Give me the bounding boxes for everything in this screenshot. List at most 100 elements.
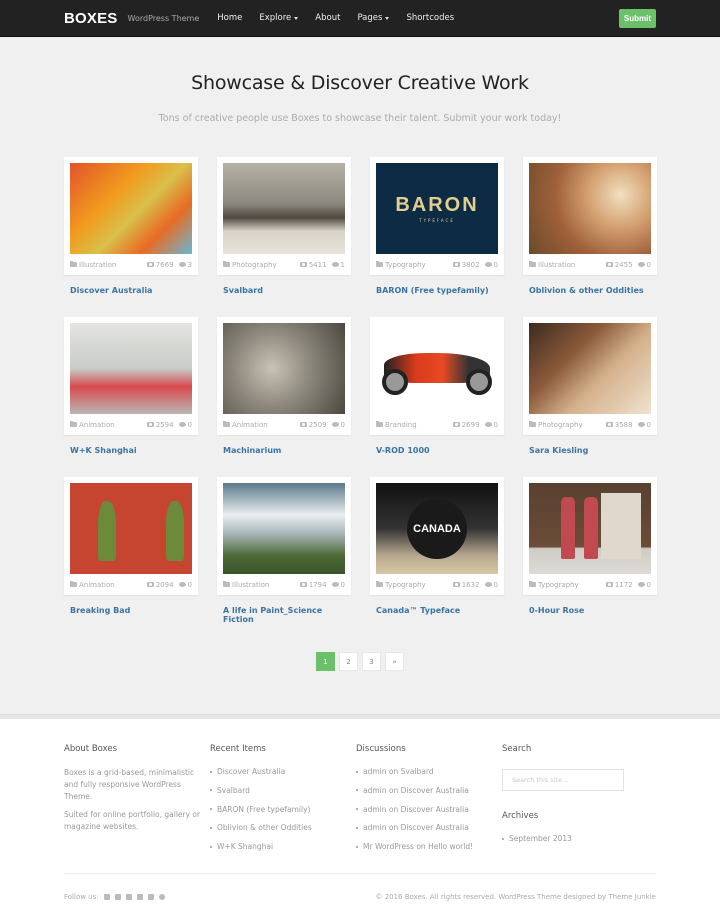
portfolio-item: Animation 2094 0 Breaking Bad [64, 477, 198, 637]
item-comments[interactable]: 0 [331, 421, 345, 429]
item-views: 2509 [299, 421, 327, 429]
item-category[interactable]: Photography [529, 421, 606, 429]
item-title-link[interactable]: Machinarium [223, 446, 351, 455]
item-category[interactable]: Typography [376, 581, 453, 589]
item-comments[interactable]: 0 [484, 581, 498, 589]
item-title-link[interactable]: V-ROD 1000 [376, 446, 504, 455]
recent-item-link[interactable]: BARON (Free typefamily) [210, 805, 356, 814]
site-logo[interactable]: BOXES [64, 10, 118, 27]
portfolio-card[interactable]: Photography 5411 1 [217, 157, 351, 275]
footer-about-text: Suited for online portfolio, gallery or … [64, 810, 201, 831]
portfolio-thumbnail[interactable] [70, 163, 192, 254]
item-comments[interactable]: 0 [637, 421, 651, 429]
portfolio-thumbnail[interactable]: CANADA [376, 483, 498, 574]
recent-item-link[interactable]: Svalbard [210, 786, 356, 795]
category-label: Illustration [538, 260, 576, 269]
discussion-link[interactable]: Mr WordPress on Hello world! [356, 842, 502, 851]
item-title-link[interactable]: BARON (Free typefamily) [376, 286, 504, 295]
rss-icon[interactable] [103, 893, 110, 900]
item-category[interactable]: Typography [529, 581, 606, 589]
item-category[interactable]: Illustration [529, 261, 606, 269]
item-comments[interactable]: 0 [331, 581, 345, 589]
portfolio-card[interactable]: Typography 1172 0 [523, 477, 657, 595]
portfolio-card[interactable]: Animation 2094 0 [64, 477, 198, 595]
recent-item-link[interactable]: W+K Shanghai [210, 842, 356, 851]
portfolio-thumbnail[interactable] [223, 483, 345, 574]
discussion-link[interactable]: admin on Discover Australia [356, 823, 502, 832]
item-comments[interactable]: 0 [178, 421, 192, 429]
item-title-link[interactable]: Canada™ Typeface [376, 606, 504, 615]
portfolio-card[interactable]: Branding 2699 0 [370, 317, 504, 435]
portfolio-item: Typography 1172 0 0-Hour Rose [523, 477, 657, 637]
item-comments[interactable]: 0 [484, 261, 498, 269]
portfolio-card[interactable]: BARON TYPEFACE Typography 3802 0 [370, 157, 504, 275]
item-category[interactable]: Animation [70, 581, 147, 589]
portfolio-card[interactable]: CANADA Typography 1632 0 [370, 477, 504, 595]
item-title-link[interactable]: Svalbard [223, 286, 351, 295]
camera-icon [452, 262, 460, 267]
portfolio-card[interactable]: Illustration 7669 3 [64, 157, 198, 275]
item-title-link[interactable]: 0-Hour Rose [529, 606, 657, 615]
item-category[interactable]: Animation [223, 421, 300, 429]
portfolio-card[interactable]: Photography 3588 0 [523, 317, 657, 435]
item-comments[interactable]: 0 [637, 581, 651, 589]
nav-about[interactable]: About [315, 13, 340, 23]
item-title-link[interactable]: A life in Paint_Science Fiction [223, 606, 351, 624]
item-category[interactable]: Illustration [70, 261, 147, 269]
portfolio-card[interactable]: Animation 2509 0 [217, 317, 351, 435]
item-comments[interactable]: 3 [178, 261, 192, 269]
portfolio-thumbnail[interactable] [223, 323, 345, 414]
portfolio-thumbnail[interactable] [529, 323, 651, 414]
submit-button[interactable]: Submit [618, 8, 656, 28]
item-comments[interactable]: 0 [484, 421, 498, 429]
portfolio-card[interactable]: Animation 2594 0 [64, 317, 198, 435]
facebook-icon[interactable] [136, 893, 143, 900]
twitter-icon[interactable] [125, 893, 132, 900]
item-comments[interactable]: 0 [178, 581, 192, 589]
item-comments[interactable]: 1 [331, 261, 345, 269]
discussion-link[interactable]: admin on Svalbard [356, 767, 502, 776]
item-category[interactable]: Typography [376, 261, 453, 269]
nav-explore[interactable]: Explore [259, 13, 299, 23]
search-input[interactable] [502, 769, 624, 791]
item-title-link[interactable]: Oblivion & other Oddities [529, 286, 657, 295]
nav-pages[interactable]: Pages [357, 13, 390, 23]
discussion-link[interactable]: admin on Discover Australia [356, 786, 502, 795]
portfolio-thumbnail[interactable] [376, 323, 498, 414]
google-plus-icon[interactable] [147, 893, 154, 900]
item-category[interactable]: Photography [223, 261, 300, 269]
item-title-link[interactable]: W+K Shanghai [70, 446, 198, 455]
recent-item-link[interactable]: Oblivion & other Oddities [210, 823, 356, 832]
portfolio-thumbnail[interactable] [529, 483, 651, 574]
page-1-button[interactable]: 1 [316, 652, 335, 671]
item-title-link[interactable]: Discover Australia [70, 286, 198, 295]
email-icon[interactable] [114, 893, 121, 900]
discussion-link[interactable]: admin on Discover Australia [356, 805, 502, 814]
nav-home[interactable]: Home [217, 13, 242, 23]
item-title-link[interactable]: Sara Kiesling [529, 446, 657, 455]
page-2-button[interactable]: 2 [339, 652, 358, 671]
portfolio-card[interactable]: Illustration 1794 0 [217, 477, 351, 595]
portfolio-item: Branding 2699 0 V-ROD 1000 [370, 317, 504, 477]
portfolio-thumbnail[interactable] [529, 163, 651, 254]
item-title-link[interactable]: Breaking Bad [70, 606, 198, 615]
portfolio-thumbnail[interactable] [70, 323, 192, 414]
portfolio-thumbnail[interactable] [223, 163, 345, 254]
recent-item-link[interactable]: Discover Australia [210, 767, 356, 776]
pinterest-icon[interactable] [158, 893, 165, 900]
item-category[interactable]: Animation [70, 421, 147, 429]
item-comments[interactable]: 0 [637, 260, 651, 269]
item-category[interactable]: Branding [376, 421, 453, 429]
next-page-button[interactable]: » [385, 652, 404, 671]
footer-recent-items: Recent Items Discover Australia Svalbard… [210, 744, 356, 861]
portfolio-thumbnail[interactable] [70, 483, 192, 574]
comments-count: 0 [646, 260, 651, 269]
item-category[interactable]: Illustration [223, 581, 300, 589]
portfolio-card[interactable]: Illustration 2455 0 [523, 157, 657, 275]
wheel-shape [382, 369, 408, 395]
nav-shortcodes[interactable]: Shortcodes [406, 13, 454, 23]
page-3-button[interactable]: 3 [362, 652, 381, 671]
footer-archives-heading: Archives [502, 811, 539, 821]
portfolio-thumbnail[interactable]: BARON TYPEFACE [376, 163, 498, 254]
archive-link[interactable]: September 2013 [502, 834, 656, 843]
